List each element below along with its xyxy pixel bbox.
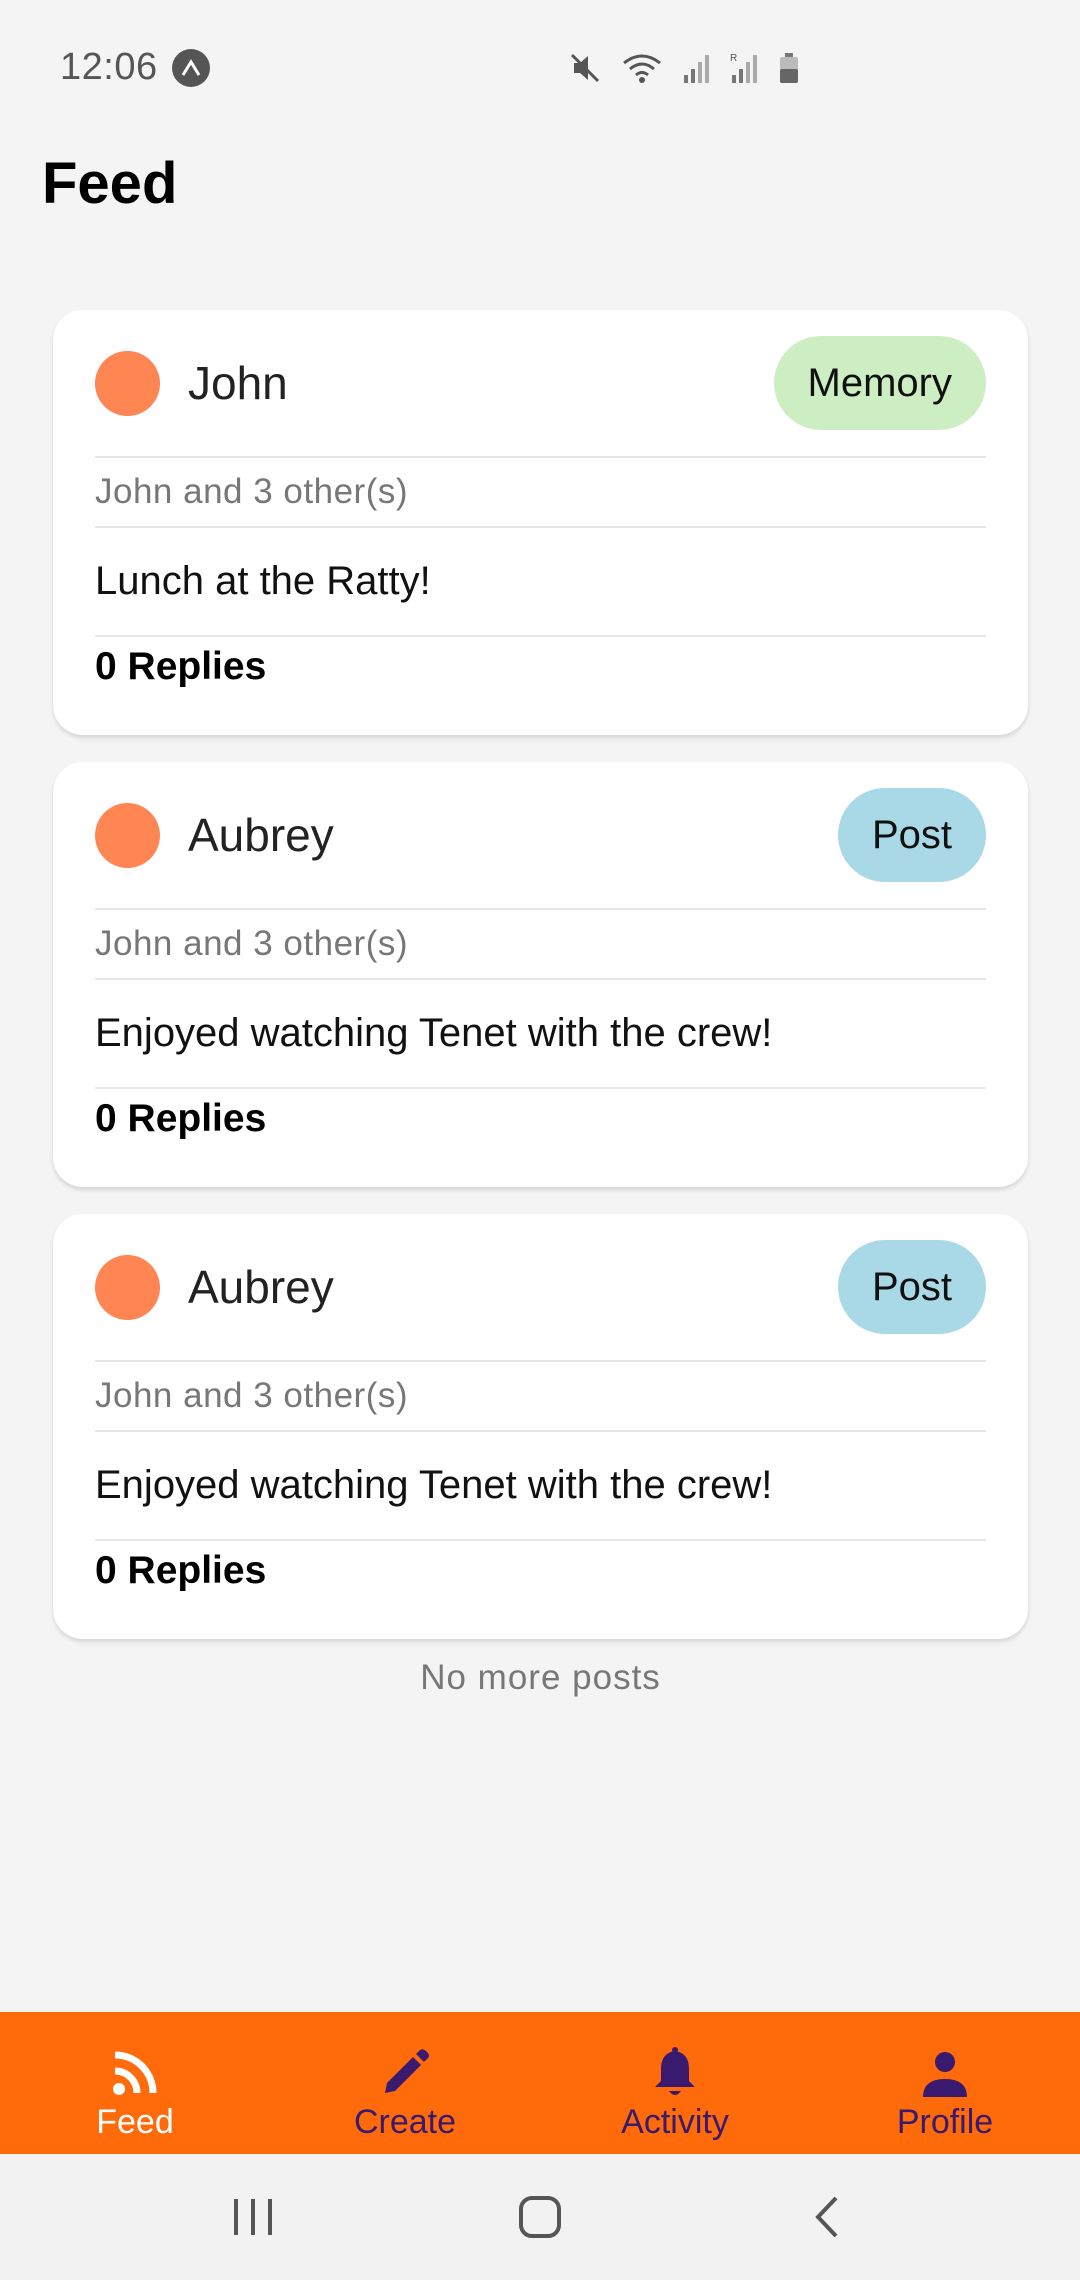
tab-create[interactable]: Create xyxy=(270,2012,540,2154)
author-name: Aubrey xyxy=(188,809,334,861)
home-icon[interactable] xyxy=(490,2177,590,2257)
bell-icon xyxy=(647,2045,703,2103)
status-bar: 12:06 R xyxy=(0,0,1080,135)
post-participants: John and 3 other(s) xyxy=(95,458,986,528)
post-card[interactable]: Aubrey Post John and 3 other(s) Enjoyed … xyxy=(53,1214,1028,1639)
replies-count[interactable]: 0 Replies xyxy=(95,1089,986,1149)
post-badge: Post xyxy=(837,788,986,882)
signal-roaming-icon: R xyxy=(730,51,760,85)
avatar xyxy=(95,350,160,416)
post-text: Enjoyed watching Tenet with the crew! xyxy=(95,980,986,1089)
feed-end-message: No more posts xyxy=(420,1658,661,1697)
tab-label: Profile xyxy=(896,2103,994,2141)
rss-icon xyxy=(107,2045,163,2103)
pencil-icon xyxy=(377,2045,433,2103)
post-participants: John and 3 other(s) xyxy=(95,910,986,980)
tab-label: Create xyxy=(353,2103,457,2141)
signal-icon xyxy=(682,51,712,85)
person-icon xyxy=(917,2045,973,2103)
svg-text:R: R xyxy=(730,53,737,64)
tab-activity[interactable]: Activity xyxy=(540,2012,810,2154)
replies-count[interactable]: 0 Replies xyxy=(95,637,986,697)
tab-label: Activity xyxy=(621,2103,729,2141)
post-text: Enjoyed watching Tenet with the crew! xyxy=(95,1432,986,1541)
back-icon[interactable] xyxy=(777,2177,877,2257)
post-card[interactable]: John Memory John and 3 other(s) Lunch at… xyxy=(53,310,1028,735)
post-author: Aubrey xyxy=(95,802,334,868)
status-time: 12:06 xyxy=(60,46,158,88)
wifi-icon xyxy=(620,51,664,85)
mute-icon xyxy=(568,51,602,85)
author-name: John xyxy=(188,357,288,409)
recents-icon[interactable] xyxy=(203,2177,303,2257)
post-badge: Post xyxy=(837,1240,986,1334)
memory-badge: Memory xyxy=(773,336,986,430)
post-author: Aubrey xyxy=(95,1254,334,1320)
battery-icon xyxy=(778,51,800,85)
post-text: Lunch at the Ratty! xyxy=(95,528,986,637)
expo-app-icon xyxy=(171,48,210,87)
status-icons: R xyxy=(568,51,800,85)
system-nav-bar xyxy=(0,2154,1080,2280)
status-left: 12:06 xyxy=(60,46,210,89)
avatar xyxy=(95,802,160,868)
tab-profile[interactable]: Profile xyxy=(810,2012,1080,2154)
tab-label: Feed xyxy=(96,2103,174,2141)
bottom-tab-bar: Feed Create Activity Profile xyxy=(0,2012,1080,2154)
author-name: Aubrey xyxy=(188,1261,334,1313)
page-title: Feed xyxy=(42,151,178,216)
post-card[interactable]: Aubrey Post John and 3 other(s) Enjoyed … xyxy=(53,762,1028,1187)
post-header: John Memory xyxy=(95,310,986,458)
post-participants: John and 3 other(s) xyxy=(95,1362,986,1432)
post-header: Aubrey Post xyxy=(95,1214,986,1362)
post-author: John xyxy=(95,350,288,416)
avatar xyxy=(95,1254,160,1320)
post-header: Aubrey Post xyxy=(95,762,986,910)
replies-count[interactable]: 0 Replies xyxy=(95,1541,986,1601)
tab-feed[interactable]: Feed xyxy=(0,2012,270,2154)
feed-list: John Memory John and 3 other(s) Lunch at… xyxy=(53,310,1028,1698)
